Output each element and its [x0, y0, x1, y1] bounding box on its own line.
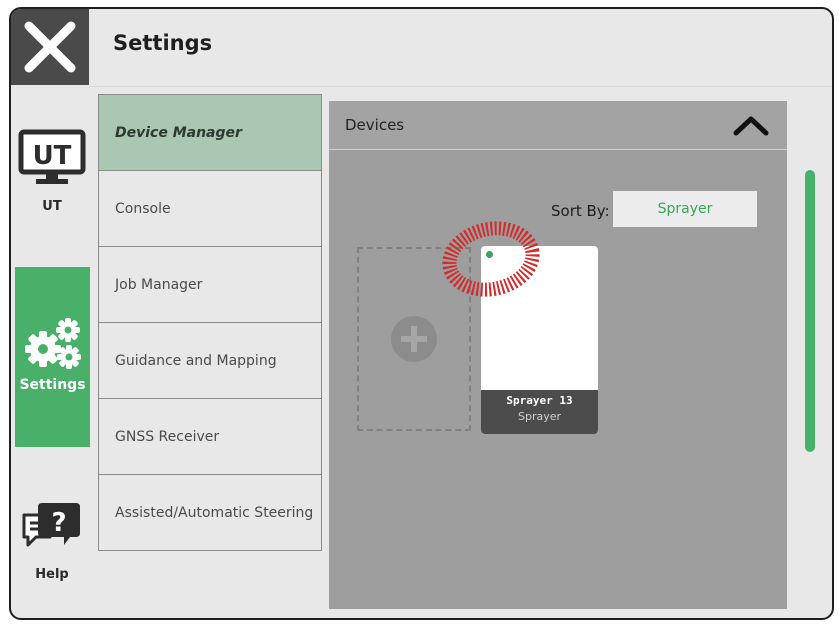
- devices-panel: Devices Sort By: Sprayer Sprayer 13 Spra…: [329, 101, 787, 609]
- menu-item-job-manager[interactable]: Job Manager: [99, 247, 321, 323]
- menu-item-assisted-steering[interactable]: Assisted/Automatic Steering: [99, 475, 321, 551]
- settings-menu: Device Manager Console Job Manager Guida…: [98, 94, 322, 551]
- plus-circle-icon: [391, 316, 437, 362]
- menu-item-guidance-and-mapping[interactable]: Guidance and Mapping: [99, 323, 321, 399]
- sidebar-item-label: UT: [42, 199, 62, 214]
- sidebar-item-settings[interactable]: Settings: [15, 267, 90, 447]
- sidebar-item-help[interactable]: ? Help: [15, 499, 89, 582]
- sort-by-label: Sort By:: [551, 202, 610, 220]
- menu-item-console[interactable]: Console: [99, 171, 321, 247]
- svg-text:?: ?: [51, 508, 66, 538]
- device-type: Sprayer: [517, 410, 562, 423]
- highlight-ring-icon: [442, 221, 540, 297]
- header-divider: [89, 86, 832, 87]
- app-frame: Settings UT UT Settings ? Help Device Ma…: [9, 7, 834, 620]
- sidebar-item-ut[interactable]: UT UT: [15, 129, 89, 214]
- menu-item-device-manager[interactable]: Device Manager: [99, 95, 321, 171]
- devices-panel-title: Devices: [345, 116, 405, 134]
- sidebar-item-label: Help: [35, 567, 69, 582]
- svg-text:UT: UT: [33, 141, 72, 171]
- ut-monitor-icon: UT: [18, 129, 86, 184]
- help-chat-icon: ?: [22, 503, 80, 547]
- gears-icon: [24, 318, 81, 369]
- chevron-up-icon[interactable]: [733, 114, 769, 136]
- close-button[interactable]: [11, 9, 89, 85]
- page-title: Settings: [113, 31, 213, 55]
- sidebar-item-label: Settings: [19, 377, 86, 393]
- scrollbar[interactable]: [805, 170, 815, 452]
- devices-panel-header[interactable]: Devices: [329, 101, 787, 150]
- sort-by-select[interactable]: Sprayer: [613, 191, 757, 227]
- device-card-footer: Sprayer 13 Sprayer: [481, 390, 598, 434]
- close-icon: [24, 21, 76, 73]
- menu-item-gnss-receiver[interactable]: GNSS Receiver: [99, 399, 321, 475]
- device-name: Sprayer 13: [506, 394, 573, 407]
